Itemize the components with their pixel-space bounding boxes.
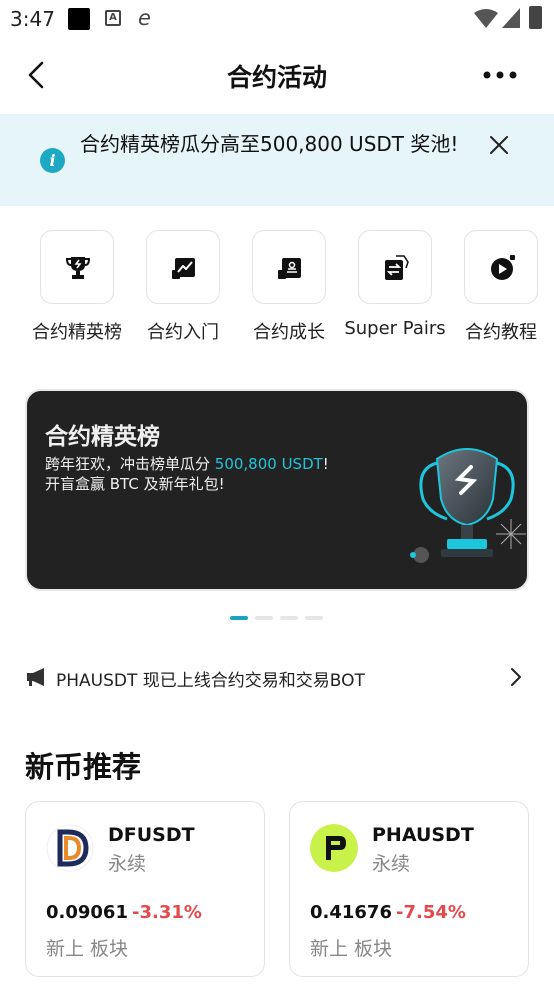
wifi-icon (474, 9, 498, 28)
page-title: 合约活动 (226, 63, 327, 92)
chart-icon (172, 258, 195, 279)
coin-change: -7.54% (395, 902, 466, 923)
quick-entry-box (464, 230, 538, 304)
carousel-indicator (230, 616, 330, 622)
carousel-dot[interactable] (280, 616, 298, 620)
announcement-text: PHAUSDT 现已上线合约交易和交易BOT (56, 671, 365, 691)
quick-entry-super-pairs[interactable]: Super Pairs (340, 230, 450, 339)
carousel-dot[interactable] (230, 616, 248, 620)
chevron-right-icon[interactable] (508, 666, 524, 688)
quick-entry-tutorial[interactable]: 合约教程 (446, 230, 554, 344)
promo-line2: 开盲盒赢 BTC 及新年礼包! (45, 475, 225, 493)
coin-price: 0.09061 (46, 902, 128, 923)
promo-card[interactable]: 合约精英榜 跨年狂欢，冲击榜单瓜分 500,800 USDT! 开盲盒赢 BTC… (25, 389, 529, 591)
promo-highlight: 500,800 USDT (214, 455, 323, 473)
notice-text: 合约精英榜瓜分高至500,800 USDT 奖池! (80, 132, 459, 156)
coin-price: 0.41676 (310, 902, 392, 923)
header: 合约活动 (0, 48, 554, 102)
swap-icon (385, 255, 409, 280)
carousel-dot[interactable] (305, 616, 323, 620)
quick-entry-growth[interactable]: 合约成长 (234, 230, 344, 344)
quick-entry-label: 合约教程 (465, 322, 537, 343)
quick-entry-elite[interactable]: 合约精英榜 (22, 230, 132, 344)
notice-banner[interactable]: i 合约精英榜瓜分高至500,800 USDT 奖池! (0, 114, 554, 206)
status-bar: 3:47 A e (0, 0, 554, 38)
coin-type: 永续 (108, 853, 147, 875)
section-title: 新币推荐 (25, 750, 142, 784)
quick-entry-box (252, 230, 326, 304)
notification-square-icon (68, 8, 90, 30)
quick-entry-label: Super Pairs (344, 318, 446, 339)
megaphone-icon (27, 668, 44, 686)
coin-card-phausdt[interactable]: PHAUSDT 永续 0.41676 -7.54% 新上 板块 (289, 801, 529, 977)
status-time: 3:47 (10, 7, 55, 31)
info-icon: i (40, 148, 65, 173)
quick-entry-label: 合约成长 (253, 322, 325, 343)
quick-entry-intro[interactable]: 合约入门 (128, 230, 238, 344)
coin-name: PHAUSDT (372, 824, 474, 846)
trophy-icon (65, 257, 91, 279)
carousel-dot[interactable] (255, 616, 273, 620)
promo-line1: 跨年狂欢，冲击榜单瓜分 500,800 USDT! (45, 453, 329, 474)
notification-a-icon: A (105, 10, 121, 26)
phausdt-logo-icon (310, 824, 358, 872)
play-icon (491, 255, 515, 280)
coin-change: -3.31% (131, 902, 202, 923)
battery-icon (529, 6, 542, 29)
close-icon[interactable] (486, 132, 512, 158)
coin-card-dfusdt[interactable]: DFUSDT 永续 0.09061 -3.31% 新上 板块 (25, 801, 265, 977)
promo-title: 合约精英榜 (45, 424, 160, 450)
more-icon[interactable] (482, 68, 518, 82)
trophy-illustration-icon (410, 448, 526, 563)
quick-entry-box (146, 230, 220, 304)
browser-e-icon: e (138, 6, 151, 30)
dfusdt-logo-icon (46, 824, 94, 872)
coin-tags: 新上 板块 (46, 938, 129, 960)
quick-entry-label: 合约入门 (147, 322, 219, 343)
quick-entry-row: 合约精英榜 合约入门 合约成长 Super Pairs 合约教程 (0, 230, 554, 350)
coin-tags: 新上 板块 (310, 938, 393, 960)
quick-entry-box (358, 230, 432, 304)
coin-price-row: 0.09061 -3.31% (46, 902, 202, 923)
promo-line1-prefix: 跨年狂欢，冲击榜单瓜分 (45, 455, 215, 473)
signal-icon (502, 8, 520, 28)
coin-price-row: 0.41676 -7.54% (310, 902, 466, 923)
quick-entry-label: 合约精英榜 (32, 322, 122, 343)
growth-icon (278, 258, 301, 279)
quick-entry-box (40, 230, 114, 304)
coin-name: DFUSDT (108, 824, 195, 846)
promo-line1-suffix: ! (322, 455, 329, 473)
coin-type: 永续 (372, 853, 411, 875)
announcement-bar[interactable]: PHAUSDT 现已上线合约交易和交易BOT (0, 660, 554, 696)
